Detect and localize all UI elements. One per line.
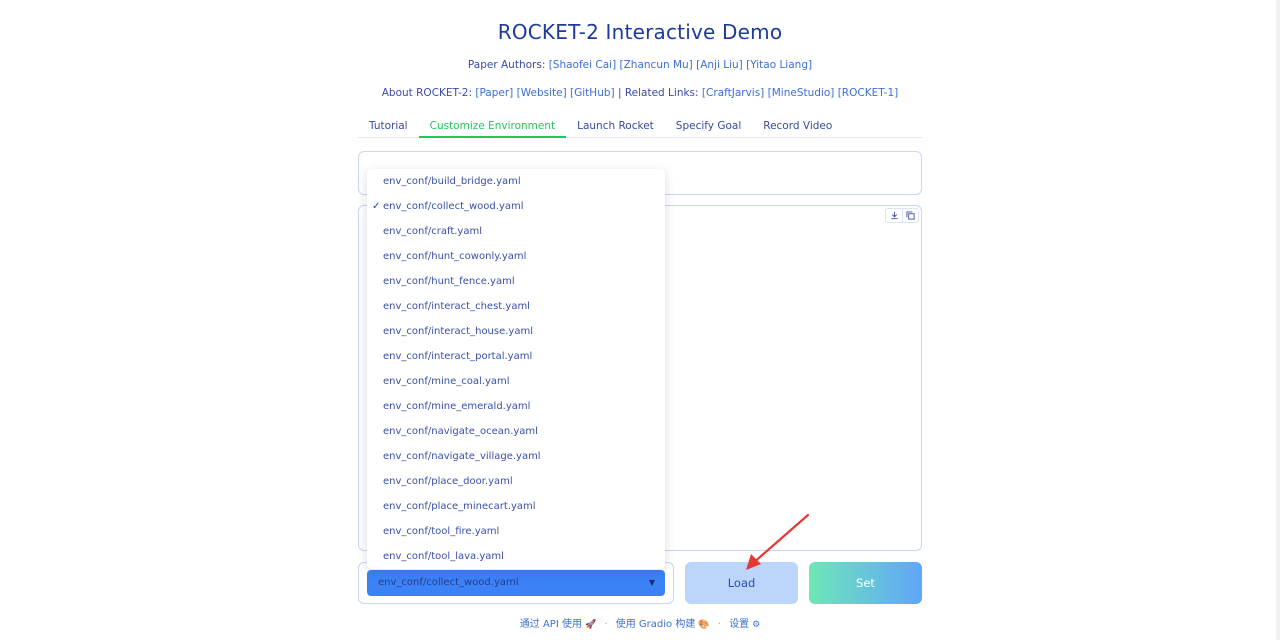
dropdown-option-label: env_conf/interact_portal.yaml bbox=[383, 351, 533, 362]
env-config-select-value: env_conf/collect_wood.yaml bbox=[378, 577, 519, 588]
tab-customize-environment[interactable]: Customize Environment bbox=[418, 114, 567, 138]
authors-line: Paper Authors: [Shaofei Cai] [Zhancun Mu… bbox=[0, 59, 1280, 71]
settings-link[interactable]: 设置 bbox=[729, 619, 749, 630]
website-link[interactable]: [Website] bbox=[517, 87, 567, 99]
about-label: About ROCKET-2: bbox=[381, 87, 472, 99]
palette-icon: 🎨 bbox=[698, 620, 710, 630]
dropdown-option-label: env_conf/build_bridge.yaml bbox=[383, 176, 521, 187]
dropdown-option-label: env_conf/tool_fire.yaml bbox=[383, 526, 500, 537]
chevron-down-icon: ▼ bbox=[648, 578, 655, 587]
dropdown-option[interactable]: env_conf/place_door.yaml bbox=[367, 469, 665, 494]
checkmark-icon: ✓ bbox=[372, 201, 381, 212]
author-link-zhancun-mu[interactable]: [Zhancun Mu] bbox=[620, 59, 693, 71]
dropdown-option[interactable]: env_conf/mine_coal.yaml bbox=[367, 369, 665, 394]
dropdown-option-label: env_conf/place_door.yaml bbox=[383, 476, 513, 487]
craftjarvis-link[interactable]: [CraftJarvis] bbox=[702, 87, 764, 99]
env-config-select[interactable]: env_conf/collect_wood.yaml ▼ bbox=[367, 570, 665, 596]
dropdown-option[interactable]: env_conf/place_minecart.yaml bbox=[367, 494, 665, 519]
set-button[interactable]: Set bbox=[809, 562, 922, 604]
dropdown-option-label: env_conf/collect_wood.yaml bbox=[383, 201, 524, 212]
dropdown-option[interactable]: env_conf/interact_house.yaml bbox=[367, 319, 665, 344]
dropdown-option[interactable]: env_conf/build_bridge.yaml bbox=[367, 169, 665, 194]
author-link-anji-liu[interactable]: [Anji Liu] bbox=[696, 59, 743, 71]
dropdown-option-label: env_conf/tool_lava.yaml bbox=[383, 551, 504, 562]
dropdown-option[interactable]: env_conf/hunt_cowonly.yaml bbox=[367, 244, 665, 269]
dropdown-option-label: env_conf/place_minecart.yaml bbox=[383, 501, 536, 512]
dropdown-option-label: env_conf/navigate_ocean.yaml bbox=[383, 426, 538, 437]
dropdown-option[interactable]: env_conf/navigate_ocean.yaml bbox=[367, 419, 665, 444]
dropdown-option-label: env_conf/mine_emerald.yaml bbox=[383, 401, 531, 412]
footer: 通过 API 使用 🚀 · 使用 Gradio 构建 🎨 · 设置 ⚙ bbox=[0, 615, 1280, 630]
tab-record-video[interactable]: Record Video bbox=[752, 114, 843, 138]
footer-separator: · bbox=[717, 619, 721, 630]
dropdown-option[interactable]: env_conf/hunt_fence.yaml bbox=[367, 269, 665, 294]
dropdown-option[interactable]: env_conf/interact_portal.yaml bbox=[367, 344, 665, 369]
dropdown-option-label: env_conf/interact_house.yaml bbox=[383, 326, 533, 337]
dropdown-option[interactable]: env_conf/navigate_village.yaml bbox=[367, 444, 665, 469]
dropdown-option[interactable]: ✓ env_conf/collect_wood.yaml bbox=[367, 194, 665, 219]
about-line: About ROCKET-2: [Paper] [Website] [GitHu… bbox=[0, 87, 1280, 99]
footer-separator: · bbox=[604, 619, 608, 630]
paper-link[interactable]: [Paper] bbox=[475, 87, 513, 99]
dropdown-option[interactable]: env_conf/interact_chest.yaml bbox=[367, 294, 665, 319]
dropdown-option-label: env_conf/mine_coal.yaml bbox=[383, 376, 510, 387]
dropdown-option-label: env_conf/interact_chest.yaml bbox=[383, 301, 530, 312]
dropdown-option[interactable]: env_conf/mine_emerald.yaml bbox=[367, 394, 665, 419]
tab-specify-goal[interactable]: Specify Goal bbox=[665, 114, 752, 138]
rocket-1-link[interactable]: [ROCKET-1] bbox=[838, 87, 899, 99]
tab-tutorial[interactable]: Tutorial bbox=[358, 114, 419, 138]
dropdown-option-label: env_conf/hunt_fence.yaml bbox=[383, 276, 515, 287]
page-title: ROCKET-2 Interactive Demo bbox=[497, 20, 783, 44]
code-toolbar bbox=[885, 208, 919, 223]
use-via-api-link[interactable]: 通过 API 使用 bbox=[520, 619, 582, 630]
dropdown-option-label: env_conf/navigate_village.yaml bbox=[383, 451, 541, 462]
copy-icon[interactable] bbox=[902, 209, 918, 222]
built-with-gradio-link[interactable]: 使用 Gradio 构建 bbox=[616, 619, 696, 630]
tab-launch-rocket[interactable]: Launch Rocket bbox=[566, 114, 665, 138]
authors-label: Paper Authors: bbox=[467, 59, 546, 71]
dropdown-option-label: env_conf/hunt_cowonly.yaml bbox=[383, 251, 527, 262]
minestudio-link[interactable]: [MineStudio] bbox=[768, 87, 835, 99]
dropdown-option[interactable]: env_conf/tool_fire.yaml bbox=[367, 519, 665, 544]
gear-icon: ⚙ bbox=[752, 620, 761, 630]
author-link-shaofei-cai[interactable]: [Shaofei Cai] bbox=[549, 59, 616, 71]
env-config-dropdown-menu: env_conf/build_bridge.yaml ✓ env_conf/coll… bbox=[367, 169, 665, 569]
author-link-yitao-liang[interactable]: [Yitao Liang] bbox=[746, 59, 812, 71]
github-link[interactable]: [GitHub] bbox=[570, 87, 615, 99]
tab-bar: Tutorial Customize Environment Launch Ro… bbox=[358, 114, 922, 138]
related-links-label: | Related Links: bbox=[617, 87, 699, 99]
dropdown-option[interactable]: env_conf/craft.yaml bbox=[367, 219, 665, 244]
rocket-icon: 🚀 bbox=[584, 620, 597, 630]
dropdown-option-label: env_conf/craft.yaml bbox=[383, 226, 482, 237]
download-icon[interactable] bbox=[886, 209, 902, 222]
annotation-arrow-icon bbox=[746, 513, 810, 570]
dropdown-option[interactable]: env_conf/tool_lava.yaml bbox=[367, 544, 665, 569]
